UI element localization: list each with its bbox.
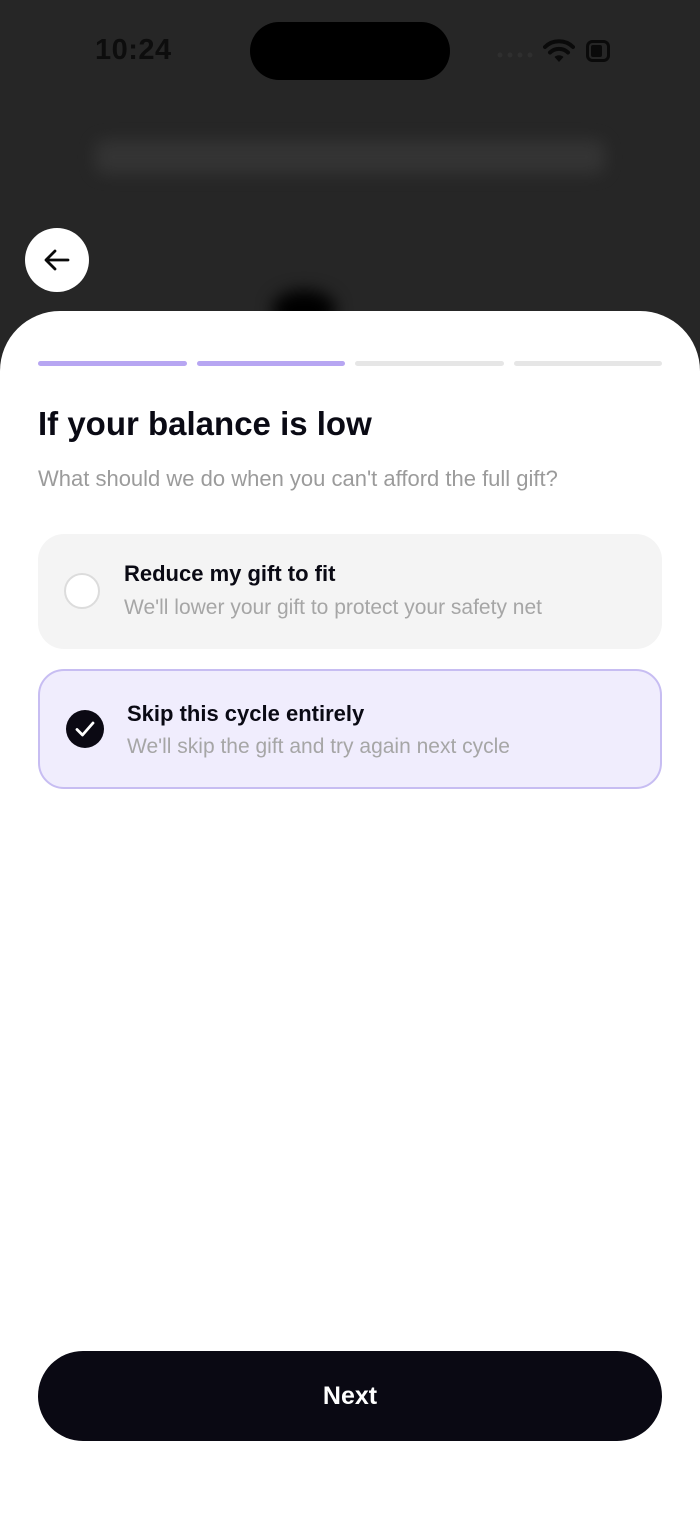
dynamic-island (250, 22, 450, 80)
phone-screen: 10:24 If your balance is low What should… (0, 0, 700, 1520)
battery-icon (586, 40, 610, 62)
option-description: We'll lower your gift to protect your sa… (124, 596, 542, 619)
arrow-left-icon (44, 249, 70, 271)
cellular-signal-icon (497, 52, 533, 58)
back-button[interactable] (25, 228, 89, 292)
checkmark-icon (75, 721, 95, 737)
option-title: Skip this cycle entirely (127, 701, 365, 726)
status-time: 10:24 (95, 34, 172, 66)
option-reduce-gift[interactable]: Reduce my gift to fit We'll lower your g… (38, 534, 662, 649)
background-blurred-heading (95, 140, 605, 174)
progress-segment (355, 361, 504, 366)
radio-selected-icon[interactable] (66, 710, 104, 748)
option-description: We'll skip the gift and try again next c… (127, 735, 510, 758)
next-button[interactable]: Next (38, 1351, 662, 1441)
progress-segment (38, 361, 187, 366)
page-subtitle: What should we do when you can't afford … (38, 466, 558, 491)
option-title: Reduce my gift to fit (124, 561, 336, 586)
option-skip-cycle[interactable]: Skip this cycle entirely We'll skip the … (38, 669, 662, 789)
progress-segment (196, 361, 345, 366)
progress-segment (513, 361, 662, 366)
bottom-sheet: If your balance is low What should we do… (0, 311, 700, 1520)
page-title: If your balance is low (38, 405, 372, 442)
wifi-icon (543, 39, 575, 62)
step-progress-bar (38, 361, 662, 366)
radio-unselected-icon[interactable] (64, 573, 100, 609)
